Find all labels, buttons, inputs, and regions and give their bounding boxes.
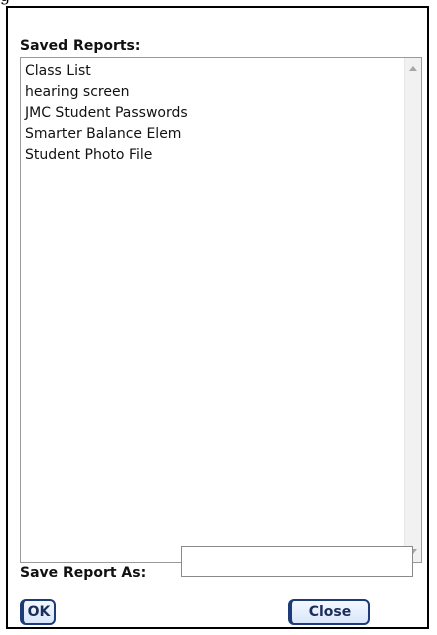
list-item[interactable]: JMC Student Passwords bbox=[25, 103, 188, 124]
list-item[interactable]: hearing screen bbox=[25, 82, 188, 103]
saved-reports-listbox[interactable]: Class List hearing screen JMC Student Pa… bbox=[20, 57, 422, 563]
ok-button[interactable]: OK bbox=[20, 599, 56, 625]
saved-reports-list: Class List hearing screen JMC Student Pa… bbox=[25, 61, 188, 166]
chevron-up-icon[interactable] bbox=[409, 66, 417, 71]
clipped-header-text: g bbox=[0, 0, 10, 4]
close-button[interactable]: Close bbox=[288, 599, 370, 625]
list-item[interactable]: Smarter Balance Elem bbox=[25, 124, 188, 145]
save-report-as-label: Save Report As: bbox=[20, 565, 147, 581]
save-report-as-input[interactable] bbox=[181, 546, 413, 577]
saved-reports-dialog: Saved Reports: Class List hearing screen… bbox=[6, 6, 429, 629]
listbox-scrollbar[interactable] bbox=[404, 58, 421, 562]
list-item[interactable]: Class List bbox=[25, 61, 188, 82]
saved-reports-label: Saved Reports: bbox=[20, 38, 141, 54]
list-item[interactable]: Student Photo File bbox=[25, 145, 188, 166]
